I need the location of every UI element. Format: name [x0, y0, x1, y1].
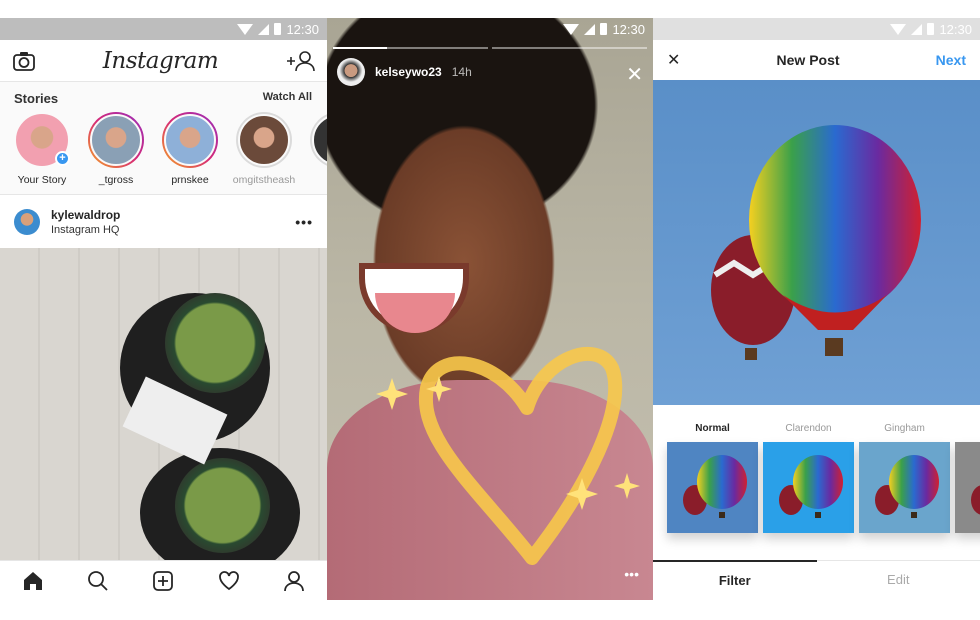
status-bar: 12:30 — [327, 18, 653, 40]
balloons-thumbnail — [875, 455, 939, 518]
balloons-image — [711, 125, 921, 360]
battery-icon — [274, 23, 282, 35]
battery-icon — [927, 23, 935, 35]
story-item[interactable]: mc — [310, 112, 327, 186]
filter-label[interactable]: Gingham — [859, 423, 950, 434]
story-username[interactable]: kelseywo23 — [375, 65, 442, 79]
new-post-header: ✕ New Post Next — [653, 40, 980, 80]
tab-filter[interactable]: Filter — [653, 560, 817, 600]
next-button[interactable]: Next — [936, 52, 966, 68]
filter-thumbnail[interactable] — [763, 442, 854, 533]
wifi-icon — [563, 23, 580, 35]
story-screen: 12:30 kelseywo23 14h ✕ ••• — [327, 18, 653, 600]
story-item[interactable]: _tgross — [88, 112, 144, 186]
avatar — [90, 114, 142, 166]
post-header: kylewaldrop Instagram HQ ••• — [0, 195, 327, 248]
story-item[interactable]: prnskee — [162, 112, 218, 186]
watch-all-button[interactable]: Watch All — [263, 91, 312, 106]
avatar[interactable] — [337, 58, 365, 86]
status-bar: 12:30 — [0, 18, 327, 40]
page-title: New Post — [776, 52, 840, 68]
avatar — [312, 114, 327, 166]
story-user[interactable]: kelseywo23 14h — [337, 58, 472, 86]
post-photo[interactable] — [0, 248, 327, 578]
post-location[interactable]: Instagram HQ — [51, 224, 120, 236]
feed-screen: 12:30 Instagram Stories Watch All + Your S… — [0, 18, 327, 600]
add-icon[interactable] — [152, 570, 174, 592]
filter-strip: Normal Clarendon Gingham — [653, 405, 980, 560]
story-item[interactable]: + Your Story — [14, 112, 70, 186]
filter-thumbnail[interactable] — [955, 442, 980, 533]
story-name: omgitstheash — [232, 174, 296, 186]
balloons-thumbnail — [683, 455, 747, 518]
stories-tray: Stories Watch All + Your Story _tgross prnsk… — [0, 82, 327, 195]
close-icon[interactable]: ✕ — [626, 62, 643, 87]
new-post-screen: 12:30 ✕ New Post Next Normal Clarendon Gin… — [653, 18, 980, 600]
filter-thumbnail[interactable] — [667, 442, 758, 533]
stories-title: Stories — [14, 91, 59, 106]
status-time: 12:30 — [612, 21, 645, 37]
add-friend-icon[interactable] — [285, 50, 315, 72]
signal-icon — [258, 23, 270, 35]
close-icon[interactable]: ✕ — [667, 50, 680, 70]
story-avatar-ring[interactable] — [162, 112, 218, 168]
signal-icon — [584, 23, 596, 35]
story-progress — [333, 47, 647, 49]
filter-label[interactable]: Normal — [667, 423, 758, 434]
add-story-icon[interactable]: + — [55, 151, 70, 166]
bottom-nav — [0, 560, 327, 600]
wifi-icon — [890, 23, 907, 35]
camera-icon[interactable] — [12, 50, 36, 72]
profile-icon[interactable] — [283, 570, 305, 592]
balloons-thumbnail — [779, 455, 843, 518]
heart-drawing — [376, 346, 640, 565]
avatar — [238, 114, 290, 166]
wifi-icon — [237, 23, 254, 35]
story-avatar-ring[interactable] — [236, 112, 292, 168]
battery-icon — [600, 23, 608, 35]
more-options-icon[interactable]: ••• — [624, 566, 639, 582]
status-time: 12:30 — [939, 21, 972, 37]
heart-icon[interactable] — [218, 570, 240, 592]
story-avatar-ring[interactable] — [310, 112, 327, 168]
more-options-icon[interactable]: ••• — [295, 214, 313, 230]
filter-label[interactable]: Clarendon — [763, 423, 854, 434]
search-icon[interactable] — [87, 570, 109, 592]
avatar — [164, 114, 216, 166]
editor-tabs: Filter Edit — [653, 560, 980, 600]
status-bar: 12:30 — [653, 18, 980, 40]
home-icon[interactable] — [22, 570, 44, 592]
story-avatar-ring[interactable] — [88, 112, 144, 168]
post-preview-image — [653, 80, 980, 405]
story-name: Your Story — [17, 174, 67, 186]
filter-thumbnail[interactable] — [859, 442, 950, 533]
story-name: _tgross — [98, 174, 134, 186]
signal-icon — [911, 23, 923, 35]
post-username[interactable]: kylewaldrop — [51, 208, 120, 222]
story-time: 14h — [451, 65, 472, 79]
instagram-logo: Instagram — [102, 47, 219, 74]
story-avatar-ring[interactable]: + — [14, 112, 70, 168]
story-name: prnskee — [171, 174, 209, 186]
balloons-thumbnail — [971, 485, 980, 515]
avatar[interactable] — [14, 208, 40, 235]
feed-header: Instagram — [0, 40, 327, 82]
status-time: 12:30 — [286, 21, 319, 37]
tab-edit[interactable]: Edit — [817, 561, 980, 600]
story-item[interactable]: omgitstheash — [232, 112, 296, 186]
